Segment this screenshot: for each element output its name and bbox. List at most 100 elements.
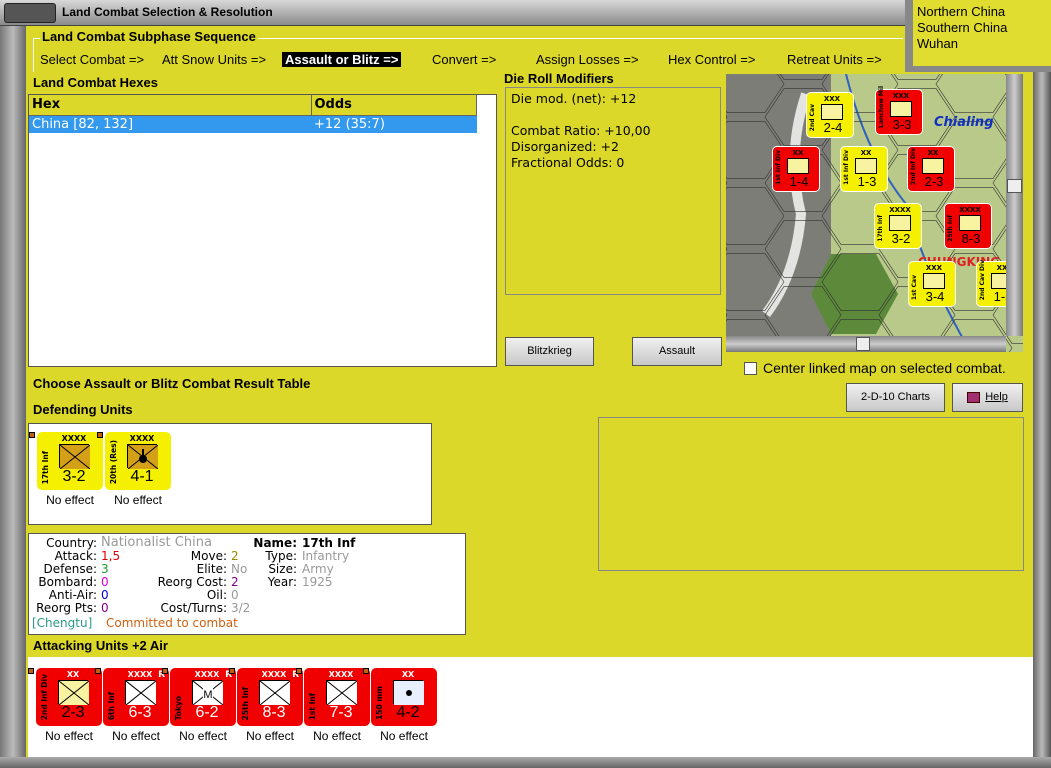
- subphase-step: Att Snow Units =>: [162, 52, 267, 67]
- unit-size: XX: [860, 149, 872, 157]
- popup-item[interactable]: Northern China: [913, 4, 1051, 20]
- reorg-pts-value: 0: [101, 601, 109, 615]
- unit-strength: 3-2: [62, 468, 86, 485]
- map-unit-counter[interactable]: XX 1-3 1st Inf Div: [840, 146, 888, 192]
- unit-name: 2nd Cav: [809, 103, 816, 131]
- unit-counter[interactable]: 1st Inf XXXX 7-3: [304, 668, 370, 726]
- unit-strength: 1-4: [789, 174, 809, 189]
- map-unit-counter[interactable]: XXX 3-4 1st Cav: [908, 261, 956, 307]
- unit-size: XXXX: [889, 206, 911, 214]
- unit-size: XX: [792, 149, 804, 157]
- modifier-line: Combat Ratio: +10,00: [511, 123, 651, 138]
- unit-name: Lanchow Mil: [878, 86, 885, 128]
- country-value: Nationalist China: [101, 535, 212, 550]
- defending-units-title: Defending Units: [33, 402, 133, 417]
- unit-counter[interactable]: 25th Inf XXXX 8-3 R: [237, 668, 303, 726]
- unit-type-icon: [787, 158, 809, 174]
- unit-type-icon: [326, 680, 357, 705]
- map-unit-counter[interactable]: XX 1-4 1st Inf Div: [772, 146, 820, 192]
- unit-info-box: Country: Nationalist China Attack: 1,5 D…: [28, 533, 466, 635]
- map-horizontal-scrollbar[interactable]: [726, 336, 1006, 352]
- unit-strength: 3-2: [891, 231, 911, 246]
- map-vertical-scrollbar[interactable]: [1006, 74, 1023, 336]
- unit-counter[interactable]: 2nd Inf Div XX 2-3: [36, 668, 102, 726]
- unit-name: 1st Cav: [911, 274, 918, 300]
- window-title: Land Combat Selection & Resolution: [62, 5, 273, 19]
- unit-type-icon: [855, 158, 877, 174]
- unit-strength: 8-3: [262, 704, 286, 721]
- unit-type-icon: [58, 680, 89, 705]
- help-label: Help: [985, 391, 1008, 403]
- subphase-step: Assign Losses =>: [536, 52, 639, 67]
- unit-name: 6th Inf: [107, 691, 116, 720]
- map-unit-counter[interactable]: XX 2-3 2nd Inf Div: [907, 146, 955, 192]
- popup-item[interactable]: Southern China: [913, 20, 1051, 36]
- combat-result-box: [598, 417, 1024, 571]
- unit-counter[interactable]: Tokyo XXXX M 6-2 R: [170, 668, 236, 726]
- linked-map[interactable]: Chialing CHUNGKING XXX 2-4 2nd Cav XXX 3-3 Lan…: [726, 74, 1023, 352]
- center-linked-checkbox[interactable]: [744, 362, 757, 375]
- unit-type-icon: [821, 104, 843, 120]
- map-horizontal-scroll-thumb[interactable]: [856, 337, 870, 351]
- unit-status: Committed to combat: [106, 616, 238, 630]
- popup-item[interactable]: Wuhan: [913, 36, 1051, 52]
- combat-effect: No effect: [380, 729, 428, 743]
- subphase-step: Convert =>: [432, 52, 497, 67]
- unit-type-icon: [959, 215, 981, 231]
- map-vertical-scroll-thumb[interactable]: [1007, 179, 1022, 193]
- map-unit-counter[interactable]: XXX 2-4 2nd Cav: [806, 92, 854, 138]
- center-linked-label: Center linked map on selected combat.: [763, 360, 1006, 376]
- unit-counter[interactable]: 6th Inf XXXX 6-3 R: [103, 668, 169, 726]
- unit-strength: 3-4: [925, 289, 945, 304]
- unit-counter[interactable]: 150 mm XX 4-2: [371, 668, 437, 726]
- year-label: Year:: [267, 575, 297, 589]
- unit-strength: 3-3: [892, 117, 912, 132]
- column-header-hex[interactable]: Hex: [29, 95, 312, 116]
- help-book-icon: [967, 391, 981, 403]
- hex-cell: China [82, 132]: [29, 115, 311, 133]
- cost-turns-label: Cost/Turns:: [160, 601, 227, 615]
- help-button[interactable]: Help: [952, 383, 1023, 412]
- unit-strength: 2-3: [924, 174, 944, 189]
- unit-size: XXXX: [194, 670, 220, 679]
- unit-size: XXXX: [959, 206, 981, 214]
- unit-type-icon: M: [192, 680, 223, 705]
- bottom-frame: [0, 757, 1051, 768]
- subphase-step: Retreat Units =>: [787, 52, 882, 67]
- charts-button[interactable]: 2-D-10 Charts: [846, 383, 945, 412]
- unit-counter[interactable]: 17th Inf XXXX 3-2: [37, 432, 103, 490]
- unit-strength: 1-3: [857, 174, 877, 189]
- status-dot-icon: [28, 668, 34, 674]
- unit-name: 1st Inf Div: [775, 150, 782, 185]
- unit-size: XX: [401, 670, 415, 679]
- map-unit-counter[interactable]: XXXX 8-3 25th Inf: [944, 203, 992, 249]
- unit-type-icon: [259, 680, 290, 705]
- unit-name: 2nd Cav Div: [979, 259, 986, 300]
- map-unit-counter[interactable]: XXX 3-3 Lanchow Mil: [875, 86, 923, 135]
- map-unit-counter[interactable]: XXXX 3-2 17th Inf: [874, 203, 922, 249]
- odds-cell: +12 (35:7): [311, 115, 477, 133]
- reorg-pts-label: Reorg Pts:: [36, 601, 97, 615]
- blitzkrieg-button[interactable]: Blitzkrieg: [505, 337, 594, 366]
- table-row[interactable]: China [82, 132] +12 (35:7): [29, 115, 477, 133]
- column-header-odds[interactable]: Odds: [311, 95, 477, 116]
- status-dot-icon: [229, 668, 235, 674]
- unit-name: 2nd Inf Div: [910, 148, 917, 185]
- assault-button[interactable]: Assault: [632, 337, 722, 366]
- title-bar: Land Combat Selection & Resolution: [0, 0, 1051, 26]
- unit-type-icon: [923, 273, 945, 289]
- unit-size: XXXX: [61, 434, 87, 443]
- combat-effect: No effect: [246, 729, 294, 743]
- window-menu-button[interactable]: [4, 3, 56, 23]
- unit-strength: 6-3: [128, 704, 152, 721]
- unit-type-icon: [922, 158, 944, 174]
- unit-name: 25th Inf: [241, 686, 250, 720]
- unit-size: XX: [927, 149, 939, 157]
- status-dot-icon: [296, 668, 302, 674]
- unit-size: XX: [66, 670, 80, 679]
- unit-strength: 4-1: [130, 468, 154, 485]
- unit-name: 17th Inf: [877, 215, 884, 242]
- combat-hexes-table[interactable]: Hex Odds China [82, 132] +12 (35:7): [28, 94, 497, 367]
- status-dot-icon: [95, 668, 101, 674]
- unit-counter[interactable]: 20th (Res) XXXX 4-1: [105, 432, 171, 490]
